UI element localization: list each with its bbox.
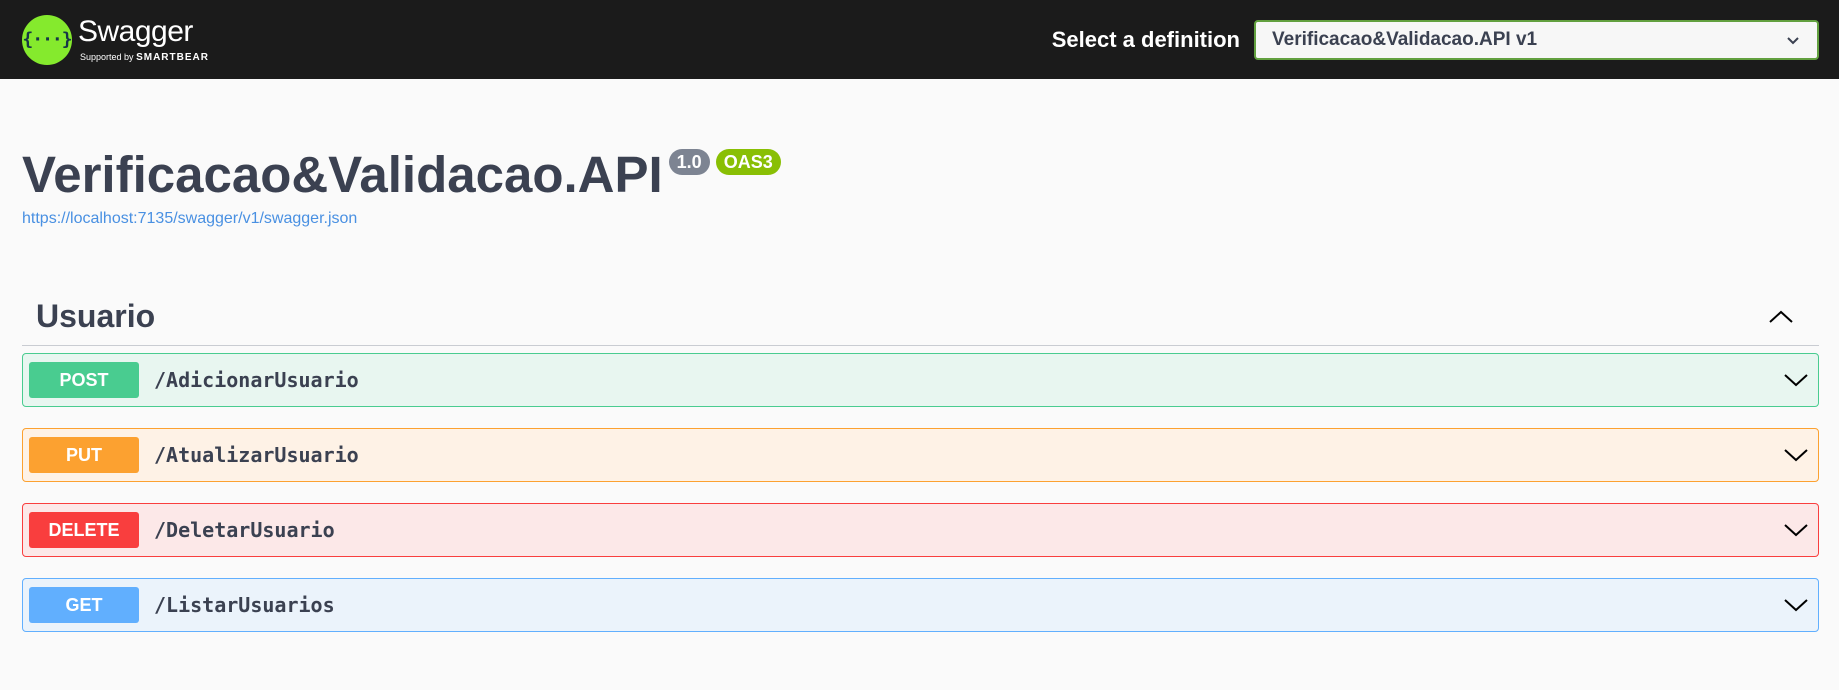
- logo-subtitle: Supported by SMARTBEAR: [78, 51, 209, 63]
- definition-label: Select a definition: [1051, 26, 1240, 52]
- tag-section-usuario: Usuario POST /AdicionarUsuario PUT /Atua…: [22, 288, 1819, 632]
- method-badge: GET: [29, 587, 139, 623]
- swagger-logo-icon: {···}: [22, 14, 73, 65]
- definition-selected-value: Verificacao&Validacao.API v1: [1272, 28, 1538, 50]
- logo-sub-prefix: Supported by: [80, 51, 134, 62]
- logo-sub-brand: SMARTBEAR: [136, 51, 209, 63]
- logo-symbol: {···}: [22, 29, 72, 50]
- method-badge: POST: [29, 362, 139, 398]
- chevron-down-icon[interactable]: [1782, 521, 1810, 539]
- swagger-logo[interactable]: {···} Swagger Supported by SMARTBEAR: [22, 14, 209, 65]
- operation-post[interactable]: POST /AdicionarUsuario: [22, 353, 1819, 407]
- operation-put[interactable]: PUT /AtualizarUsuario: [22, 428, 1819, 482]
- api-info: Verificacao&Validacao.API 1.0 OAS3 https…: [0, 79, 1839, 228]
- logo-name: Swagger: [78, 14, 193, 48]
- chevron-down-icon[interactable]: [1782, 596, 1810, 614]
- operation-path: /DeletarUsuario: [154, 518, 335, 542]
- operation-get[interactable]: GET /ListarUsuarios: [22, 578, 1819, 632]
- operation-delete[interactable]: DELETE /DeletarUsuario: [22, 503, 1819, 557]
- logo-text: Swagger Supported by SMARTBEAR: [78, 14, 209, 63]
- chevron-down-icon[interactable]: [1782, 371, 1810, 389]
- operation-path: /AdicionarUsuario: [154, 368, 359, 392]
- chevron-down-icon[interactable]: [1782, 446, 1810, 464]
- spec-url-link[interactable]: https://localhost:7135/swagger/v1/swagge…: [22, 210, 1839, 228]
- method-badge: DELETE: [29, 512, 139, 548]
- chevron-up-icon[interactable]: [1767, 307, 1795, 327]
- operation-path: /ListarUsuarios: [154, 593, 335, 617]
- topbar: {···} Swagger Supported by SMARTBEAR Sel…: [0, 0, 1839, 79]
- operation-path: /AtualizarUsuario: [154, 443, 359, 467]
- tag-name: Usuario: [36, 298, 156, 334]
- method-badge: PUT: [29, 437, 139, 473]
- title-row: Verificacao&Validacao.API 1.0 OAS3: [22, 149, 1839, 200]
- api-title: Verificacao&Validacao.API: [22, 146, 663, 203]
- chevron-down-icon: [1787, 36, 1799, 44]
- version-badge: 1.0: [668, 149, 710, 175]
- definition-select[interactable]: Verificacao&Validacao.API v1: [1254, 19, 1819, 60]
- oas-badge: OAS3: [715, 149, 781, 175]
- tag-header[interactable]: Usuario: [22, 288, 1819, 346]
